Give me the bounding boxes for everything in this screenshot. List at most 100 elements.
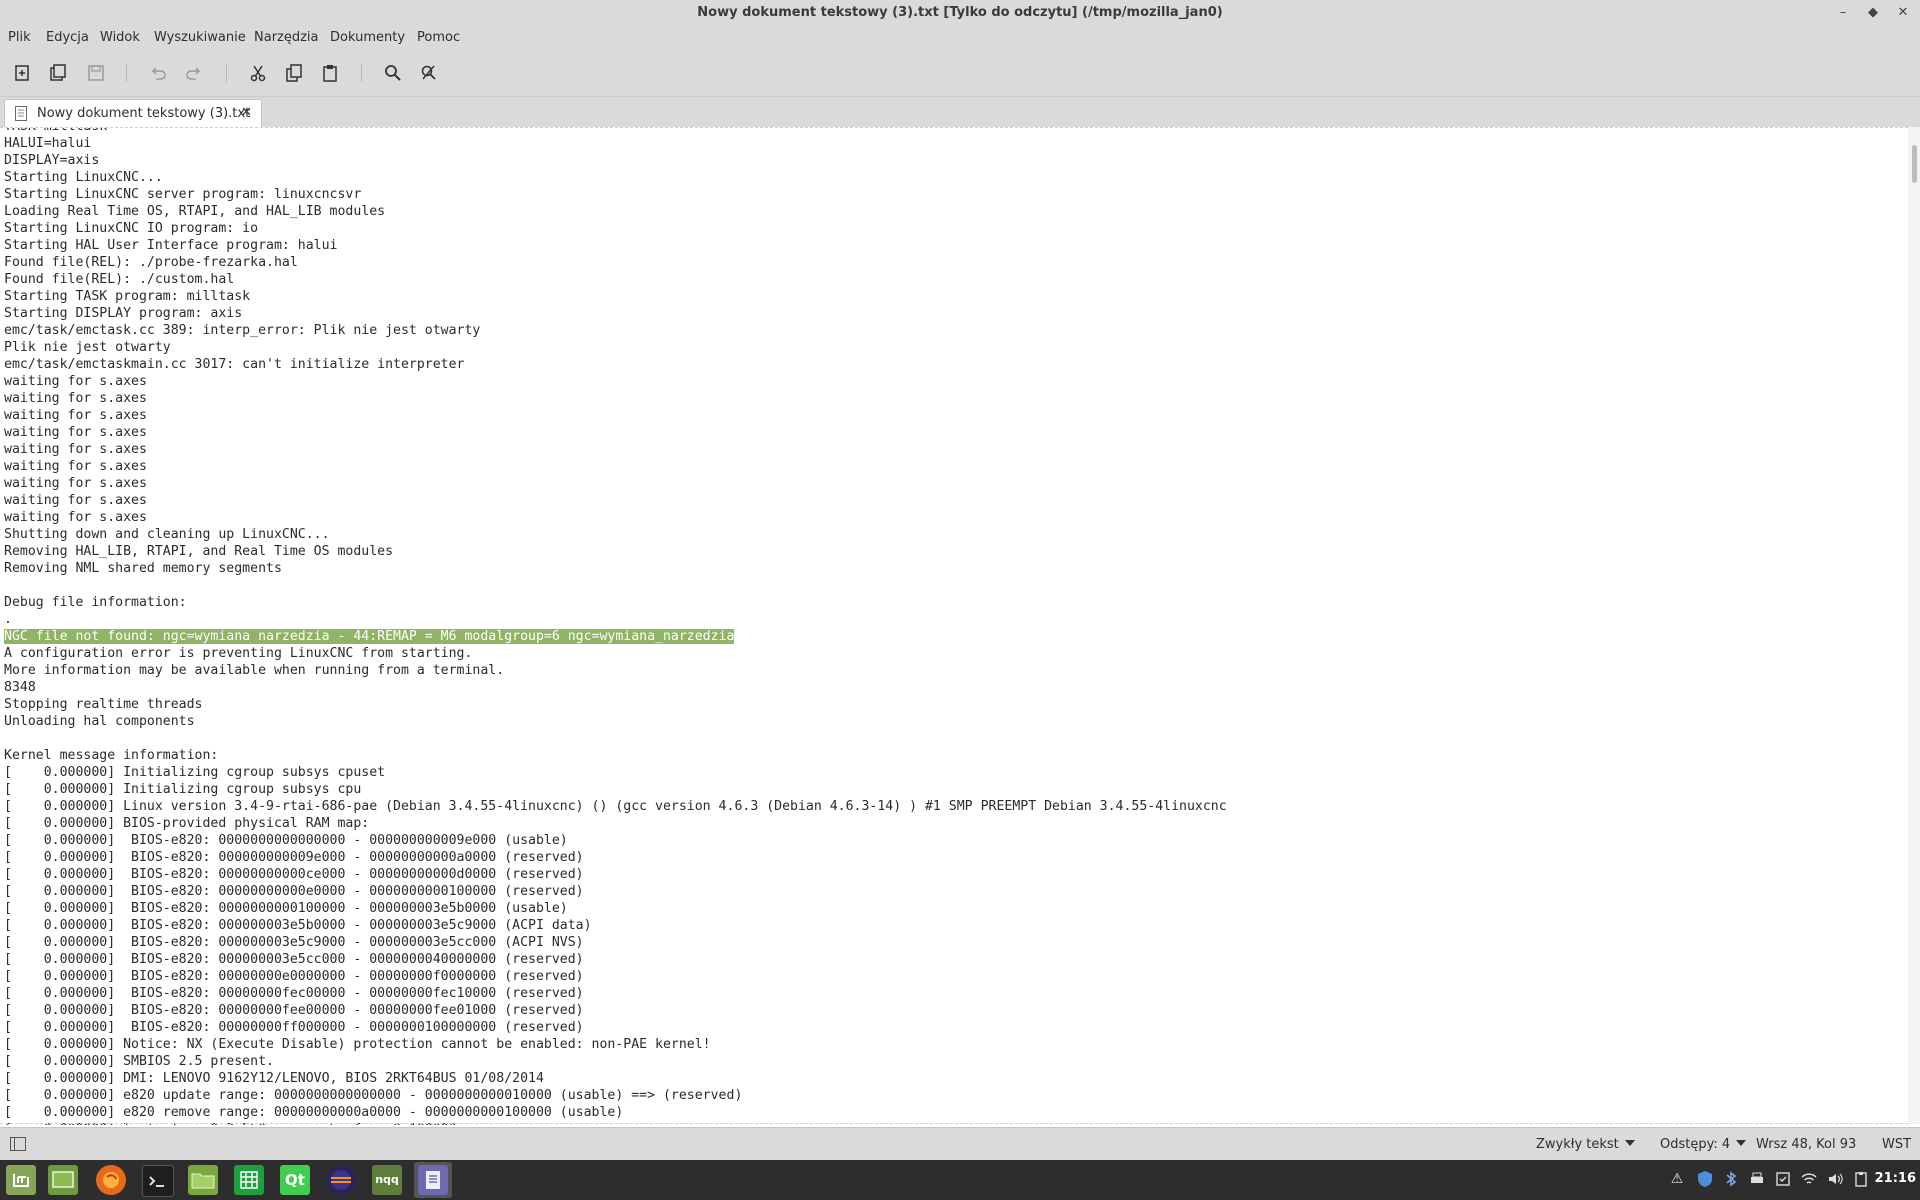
copy-button[interactable] (283, 62, 305, 84)
undo-button[interactable] (147, 62, 169, 84)
text-line: Starting LinuxCNC server program: linuxc… (4, 187, 362, 202)
wifi-icon[interactable] (1800, 1170, 1818, 1188)
text-line: [ 0.000000] e820 remove range: 000000000… (4, 1105, 624, 1120)
text-line: [ 0.000000] BIOS-e820: 000000003e5b0000 … (4, 918, 592, 933)
menu-dokumenty[interactable]: Dokumenty (330, 30, 405, 45)
firefox-icon[interactable] (96, 1165, 126, 1195)
menu-narzedzia[interactable]: Narzędzia (254, 30, 319, 45)
text-line: [ 0.000000] BIOS-e820: 00000000e0000000 … (4, 969, 584, 984)
volume-icon[interactable] (1826, 1170, 1844, 1188)
vertical-scrollbar[interactable] (1908, 127, 1920, 1124)
open-document-button[interactable] (47, 62, 69, 84)
side-panel-icon[interactable] (10, 1137, 26, 1151)
toolbar-separator (126, 64, 127, 82)
close-window-icon[interactable]: ✕ (1894, 4, 1912, 22)
show-desktop-icon[interactable] (48, 1165, 78, 1195)
text-line: [ 0.000000] BIOS-e820: 0000000000100000 … (4, 901, 568, 916)
taskbar: Qt nqq ⚠ 21:16 (0, 1160, 1920, 1200)
tab-width-selector[interactable]: Odstępy: 4 (1660, 1137, 1747, 1152)
ngq-icon[interactable]: nqq (372, 1165, 402, 1195)
toolbar (0, 50, 1920, 97)
text-line: Shutting down and cleaning up LinuxCNC..… (4, 527, 330, 542)
spreadsheet-icon[interactable] (234, 1165, 264, 1195)
text-line: 8348 (4, 680, 36, 695)
clock[interactable]: 21:16 (1875, 1171, 1916, 1186)
text-line: waiting for s.axes (4, 425, 147, 440)
eclipse-icon[interactable] (326, 1165, 356, 1195)
update-manager-icon[interactable] (1774, 1170, 1792, 1188)
new-document-button[interactable] (11, 62, 33, 84)
paste-button[interactable] (319, 62, 341, 84)
tab-label: Nowy dokument tekstowy (3).txt (37, 106, 251, 121)
cut-button[interactable] (247, 62, 269, 84)
mint-menu-icon[interactable] (6, 1165, 36, 1195)
find-button[interactable] (382, 62, 404, 84)
text-line: [ 0.000000] BIOS-e820: 00000000000e0000 … (4, 884, 584, 899)
redo-icon (186, 67, 201, 80)
search-icon (385, 65, 401, 81)
close-tab-icon[interactable]: ✕ (241, 105, 252, 120)
text-editor-area[interactable]: TASK=milltask HALUI=halui DISPLAY=axis S… (0, 127, 1908, 1125)
toolbar-separator (226, 64, 227, 82)
toolbar-separator (361, 64, 362, 82)
terminal-icon[interactable] (142, 1165, 174, 1197)
bluetooth-icon[interactable] (1722, 1170, 1740, 1188)
text-line: Starting LinuxCNC IO program: io (4, 221, 259, 236)
text-line: waiting for s.axes (4, 374, 147, 389)
text-line: . (4, 612, 12, 627)
clipboard-icon[interactable] (1852, 1170, 1870, 1188)
menu-plik[interactable]: Plik (8, 30, 31, 45)
undo-icon (151, 67, 166, 80)
text-line: Plik nie jest otwarty (4, 340, 171, 355)
shield-icon[interactable] (1696, 1170, 1714, 1188)
menu-pomoc[interactable]: Pomoc (417, 30, 460, 45)
qt-creator-icon[interactable]: Qt (280, 1165, 310, 1195)
text-line: Starting TASK program: milltask (4, 289, 251, 304)
status-bar: Zwykły tekst Odstępy: 4 Wrsz 48, Kol 93 … (0, 1127, 1920, 1160)
text-line: emc/task/emctaskmain.cc 3017: can't init… (4, 357, 465, 372)
text-line: [ 0.000000] BIOS-e820: 00000000fee00000 … (4, 1003, 584, 1018)
text-line: [ 0.000000] SMBIOS 2.5 present. (4, 1054, 274, 1069)
save-button[interactable] (85, 62, 107, 84)
maximize-icon[interactable]: ◆ (1864, 4, 1882, 22)
files-icon[interactable] (188, 1165, 218, 1195)
text-line: waiting for s.axes (4, 442, 147, 457)
document-text: TASK=milltask HALUI=halui DISPLAY=axis S… (4, 128, 1227, 1125)
text-line: HALUI=halui (4, 136, 92, 151)
warning-icon[interactable]: ⚠ (1668, 1170, 1686, 1188)
text-line: [ 0.000000] Linux version 3.4-9-rtai-686… (4, 799, 1227, 814)
menu-widok[interactable]: Widok (100, 30, 140, 45)
menu-bar: Plik Edycja Widok Wyszukiwanie Narzędzia… (0, 26, 1920, 50)
text-line: waiting for s.axes (4, 459, 147, 474)
syntax-label: Zwykły tekst (1536, 1137, 1619, 1152)
redo-button[interactable] (183, 62, 205, 84)
menu-edycja[interactable]: Edycja (46, 30, 89, 45)
text-line: [ 0.000000] Initializing cgroup subsys c… (4, 782, 362, 797)
text-line: [ 0.000000] BIOS-e820: 00000000000ce000 … (4, 867, 584, 882)
scrollbar-thumb[interactable] (1912, 145, 1917, 183)
text-editor-icon[interactable] (418, 1165, 448, 1195)
syntax-selector[interactable]: Zwykły tekst (1536, 1137, 1635, 1152)
text-line: Kernel message information: (4, 748, 219, 763)
text-line: [ 0.000000] Notice: NX (Execute Disable)… (4, 1037, 711, 1052)
window-title: Nowy dokument tekstowy (3).txt [Tylko do… (697, 5, 1223, 20)
tab-document[interactable]: Nowy dokument tekstowy (3).txt ✕ (4, 99, 262, 128)
text-line: Loading Real Time OS, RTAPI, and HAL_LIB… (4, 204, 386, 219)
insert-mode: WST (1882, 1137, 1912, 1152)
title-bar: Nowy dokument tekstowy (3).txt [Tylko do… (0, 0, 1920, 27)
text-line: Stopping realtime threads (4, 697, 203, 712)
text-line: Removing NML shared memory segments (4, 561, 282, 576)
text-line: Starting HAL User Interface program: hal… (4, 238, 338, 253)
text-line: [ 0.000000] BIOS-provided physical RAM m… (4, 816, 370, 831)
cursor-position: Wrsz 48, Kol 93 (1756, 1137, 1857, 1152)
printer-icon[interactable] (1748, 1170, 1766, 1188)
text-line: emc/task/emctask.cc 389: interp_error: P… (4, 323, 481, 338)
text-line: [ 0.000000] BIOS-e820: 000000000009e000 … (4, 850, 584, 865)
tab-width-label: Odstępy: 4 (1660, 1137, 1731, 1152)
menu-wyszukiwanie[interactable]: Wyszukiwanie (154, 30, 246, 45)
minimize-icon[interactable]: – (1834, 4, 1852, 22)
text-line: waiting for s.axes (4, 391, 147, 406)
find-replace-button[interactable] (418, 62, 440, 84)
text-line: [ 0.000000] BIOS-e820: 00000000fec00000 … (4, 986, 584, 1001)
text-line: Removing HAL_LIB, RTAPI, and Real Time O… (4, 544, 394, 559)
